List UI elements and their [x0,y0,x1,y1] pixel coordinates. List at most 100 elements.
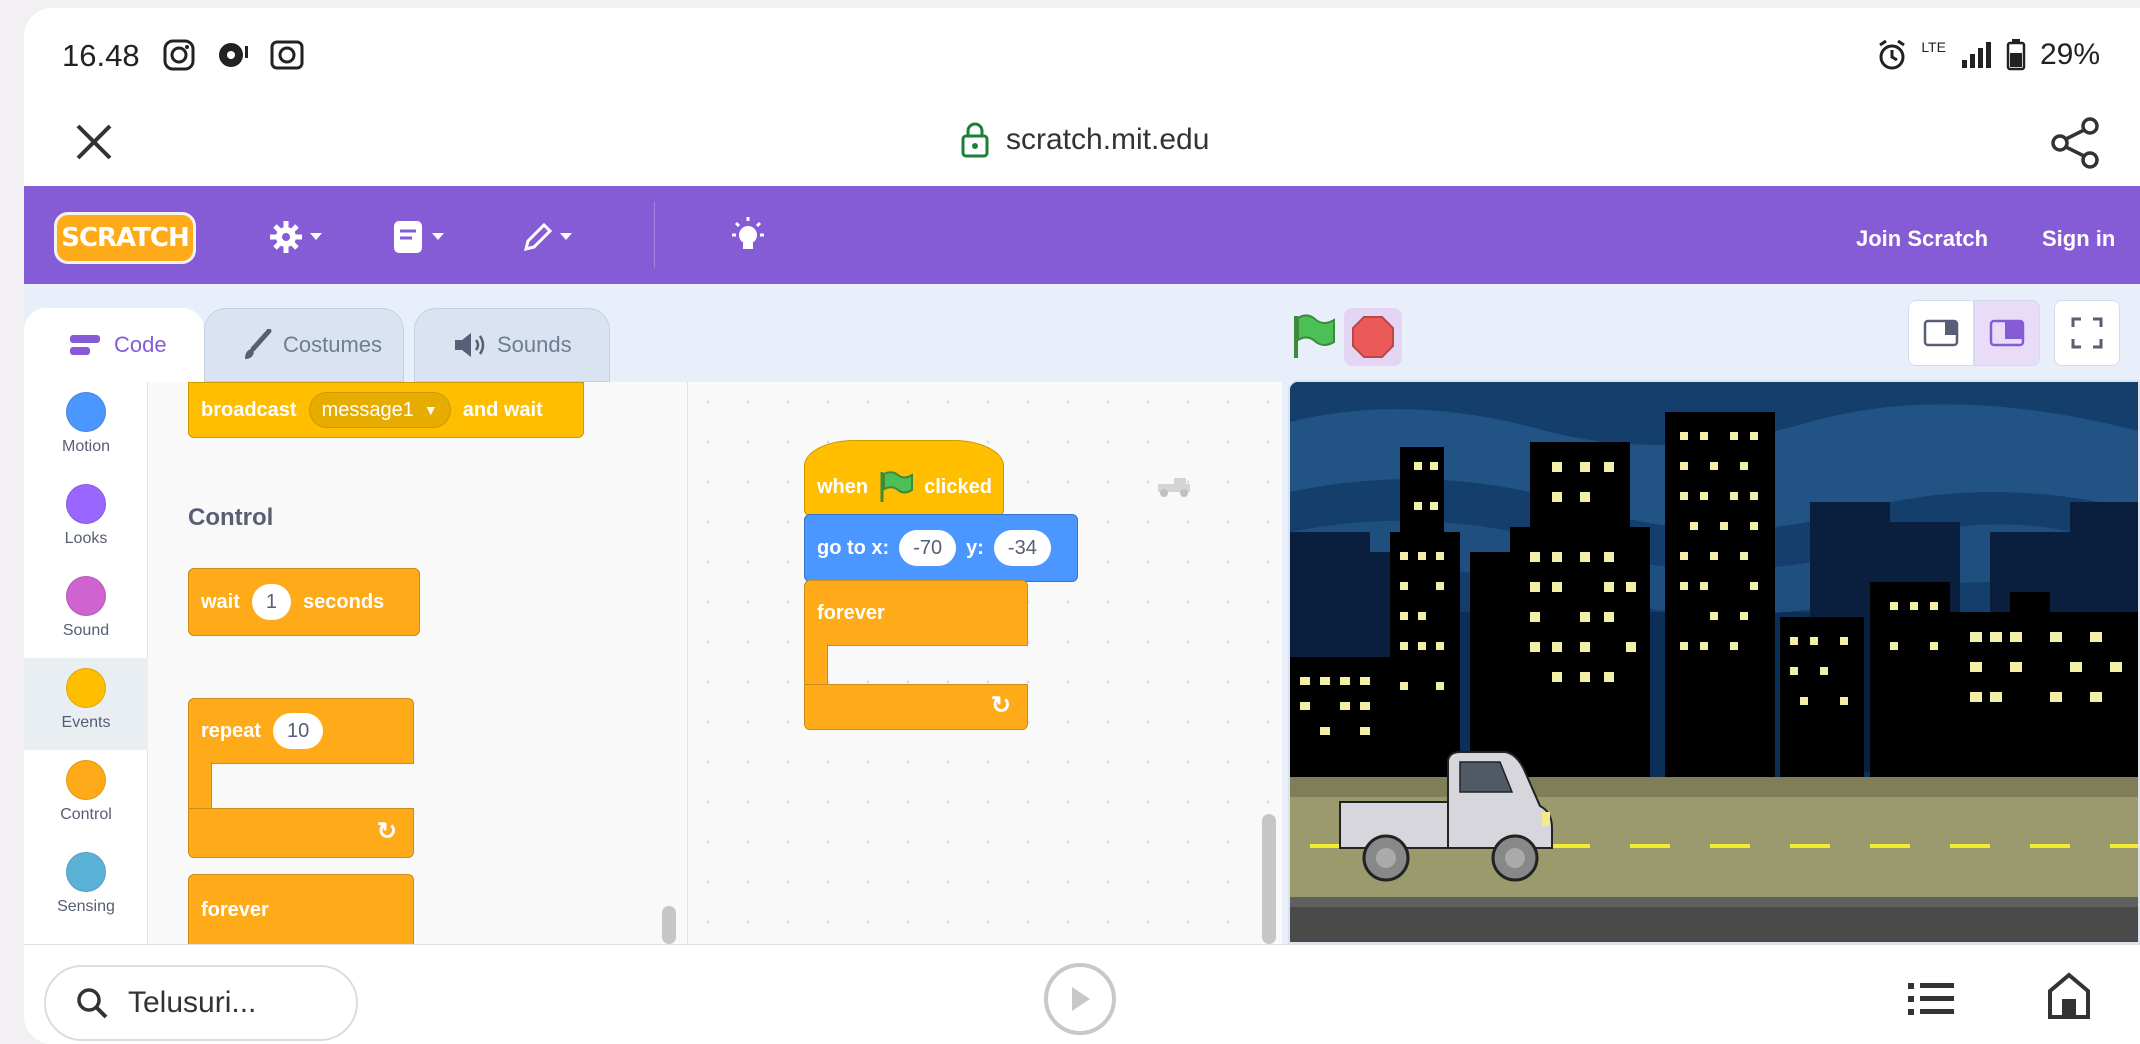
large-stage-button[interactable] [1974,300,2040,366]
seconds-label: seconds [303,590,385,613]
large-stage-icon [1989,319,2025,347]
small-stage-icon [1923,319,1959,347]
browser-bottom-bar: Telusuri... [24,944,2140,1044]
tab-sounds[interactable]: Sounds [414,308,610,382]
block-palette: broadcast message1 ▼ and wait Control wai… [148,382,688,944]
stage-canvas[interactable] [1288,380,2140,944]
forever-footer: ↻ [804,684,1028,730]
and-wait-label: and wait [462,398,543,421]
network-label: LTE [1921,39,1946,55]
forever-block-header[interactable]: forever [804,580,1028,646]
repeat-footer: ↻ [188,808,414,858]
category-events-label: Events [61,714,111,731]
file-menu[interactable] [390,214,448,260]
forever-loop-arrow-icon: ↻ [990,692,1011,719]
browser-url-bar: scratch.mit.edu [24,112,2140,194]
join-scratch-link[interactable]: Join Scratch [1856,226,1988,252]
repeat-arm [188,762,212,812]
category-sound[interactable]: Sound [24,566,148,658]
speaker-icon [455,333,485,357]
play-icon [1072,987,1090,1011]
scratch-menu-bar: SCRATCH Join Scratch Sign in [24,186,2140,284]
status-bar: 16.48 LTE 29% [24,8,2140,112]
lock-icon [961,122,989,158]
workspace-scrollbar[interactable] [1262,814,1276,944]
settings-menu[interactable] [268,214,326,260]
category-sensing-label: Sensing [57,898,115,915]
category-sensing[interactable]: Sensing [24,842,148,934]
repeat-count-input[interactable]: 10 [273,713,324,749]
gear-icon [270,221,322,253]
wait-block[interactable]: wait 1 seconds [188,568,420,636]
fullscreen-button[interactable] [2054,300,2120,366]
category-looks[interactable]: Looks [24,474,148,566]
forever-palette-label: forever [201,898,269,921]
green-flag-icon [880,471,914,502]
broadcast-label: broadcast [201,398,297,421]
stage-scene [1290,382,2138,942]
events-dot [66,668,106,708]
fullscreen-icon [2071,317,2103,349]
category-motion-label: Motion [61,438,111,455]
close-icon[interactable] [72,120,116,164]
category-looks-label: Looks [64,530,108,547]
search-icon [77,988,108,1019]
forever-palette-block[interactable]: forever [188,874,414,944]
category-events[interactable]: Events [24,658,148,750]
tab-code-label: Code [114,332,167,357]
tab-code[interactable]: Code [24,308,204,382]
x-input[interactable]: -70 [899,530,957,566]
sign-in-link[interactable]: Sign in [2042,226,2115,252]
home-icon[interactable] [2046,971,2092,1021]
category-motion[interactable]: Motion [24,382,148,474]
pencil-icon [523,222,572,252]
forever-palette-header: forever [188,874,414,944]
tab-sounds-label: Sounds [497,332,572,357]
go-to-xy-block[interactable]: go to x: -70 y: -34 [804,514,1078,582]
list-icon[interactable] [1906,981,1956,1017]
go-to-x-label: go to x: [817,536,890,559]
wait-label: wait [201,590,240,613]
search-box[interactable]: Telusuri... [44,965,358,1041]
control-dot [66,760,106,800]
search-placeholder: Telusuri... [128,986,257,1019]
tab-costumes[interactable]: Costumes [204,308,404,382]
green-flag-script[interactable]: when clicked go to x: -70 y: -34 forever… [804,440,1084,740]
repeat-block[interactable]: repeat 10 ↻ [188,698,414,858]
y-label: y: [966,536,984,559]
alarm-icon [1879,39,1906,70]
when-flag-clicked-block[interactable]: when clicked [804,440,1004,516]
message-dropdown[interactable]: message1 ▼ [308,392,451,428]
y-input[interactable]: -34 [993,530,1051,566]
instagram-icon [163,39,195,71]
url-display[interactable]: scratch.mit.edu [960,122,1209,158]
stop-button[interactable] [1344,308,1402,366]
menu-divider [654,202,655,268]
forever-arm [804,644,828,686]
battery-icon [2006,39,2026,71]
url-text: scratch.mit.edu [1006,123,1210,156]
dropdown-caret-icon: ▼ [423,402,438,418]
scratch-logo[interactable]: SCRATCH [54,212,196,264]
green-flag-button[interactable] [1288,312,1338,362]
wait-seconds-input[interactable]: 1 [251,584,292,620]
loop-arrow-icon: ↻ [376,818,397,845]
sensing-dot [66,852,106,892]
broadcast-and-wait-block[interactable]: broadcast message1 ▼ and wait [188,382,584,438]
radio-icon [270,40,304,70]
signal-icon [1961,42,1991,68]
small-stage-button[interactable] [1908,300,1974,366]
editor-main: Code Costumes Sounds Motion Looks Sound … [24,284,2140,944]
chat-icon [219,43,248,67]
sprite-ghost-icon [1158,478,1190,497]
motion-dot [66,392,106,432]
palette-scrollbar[interactable] [662,906,676,944]
category-control[interactable]: Control [24,750,148,842]
edit-menu[interactable] [518,214,576,260]
tutorials-button[interactable] [728,214,768,260]
control-heading: Control [188,504,274,531]
play-button[interactable] [1044,963,1116,1035]
category-menu: Motion Looks Sound Events Control Sensin… [24,382,148,944]
lightbulb-icon [732,217,764,249]
share-icon[interactable] [2050,116,2100,170]
